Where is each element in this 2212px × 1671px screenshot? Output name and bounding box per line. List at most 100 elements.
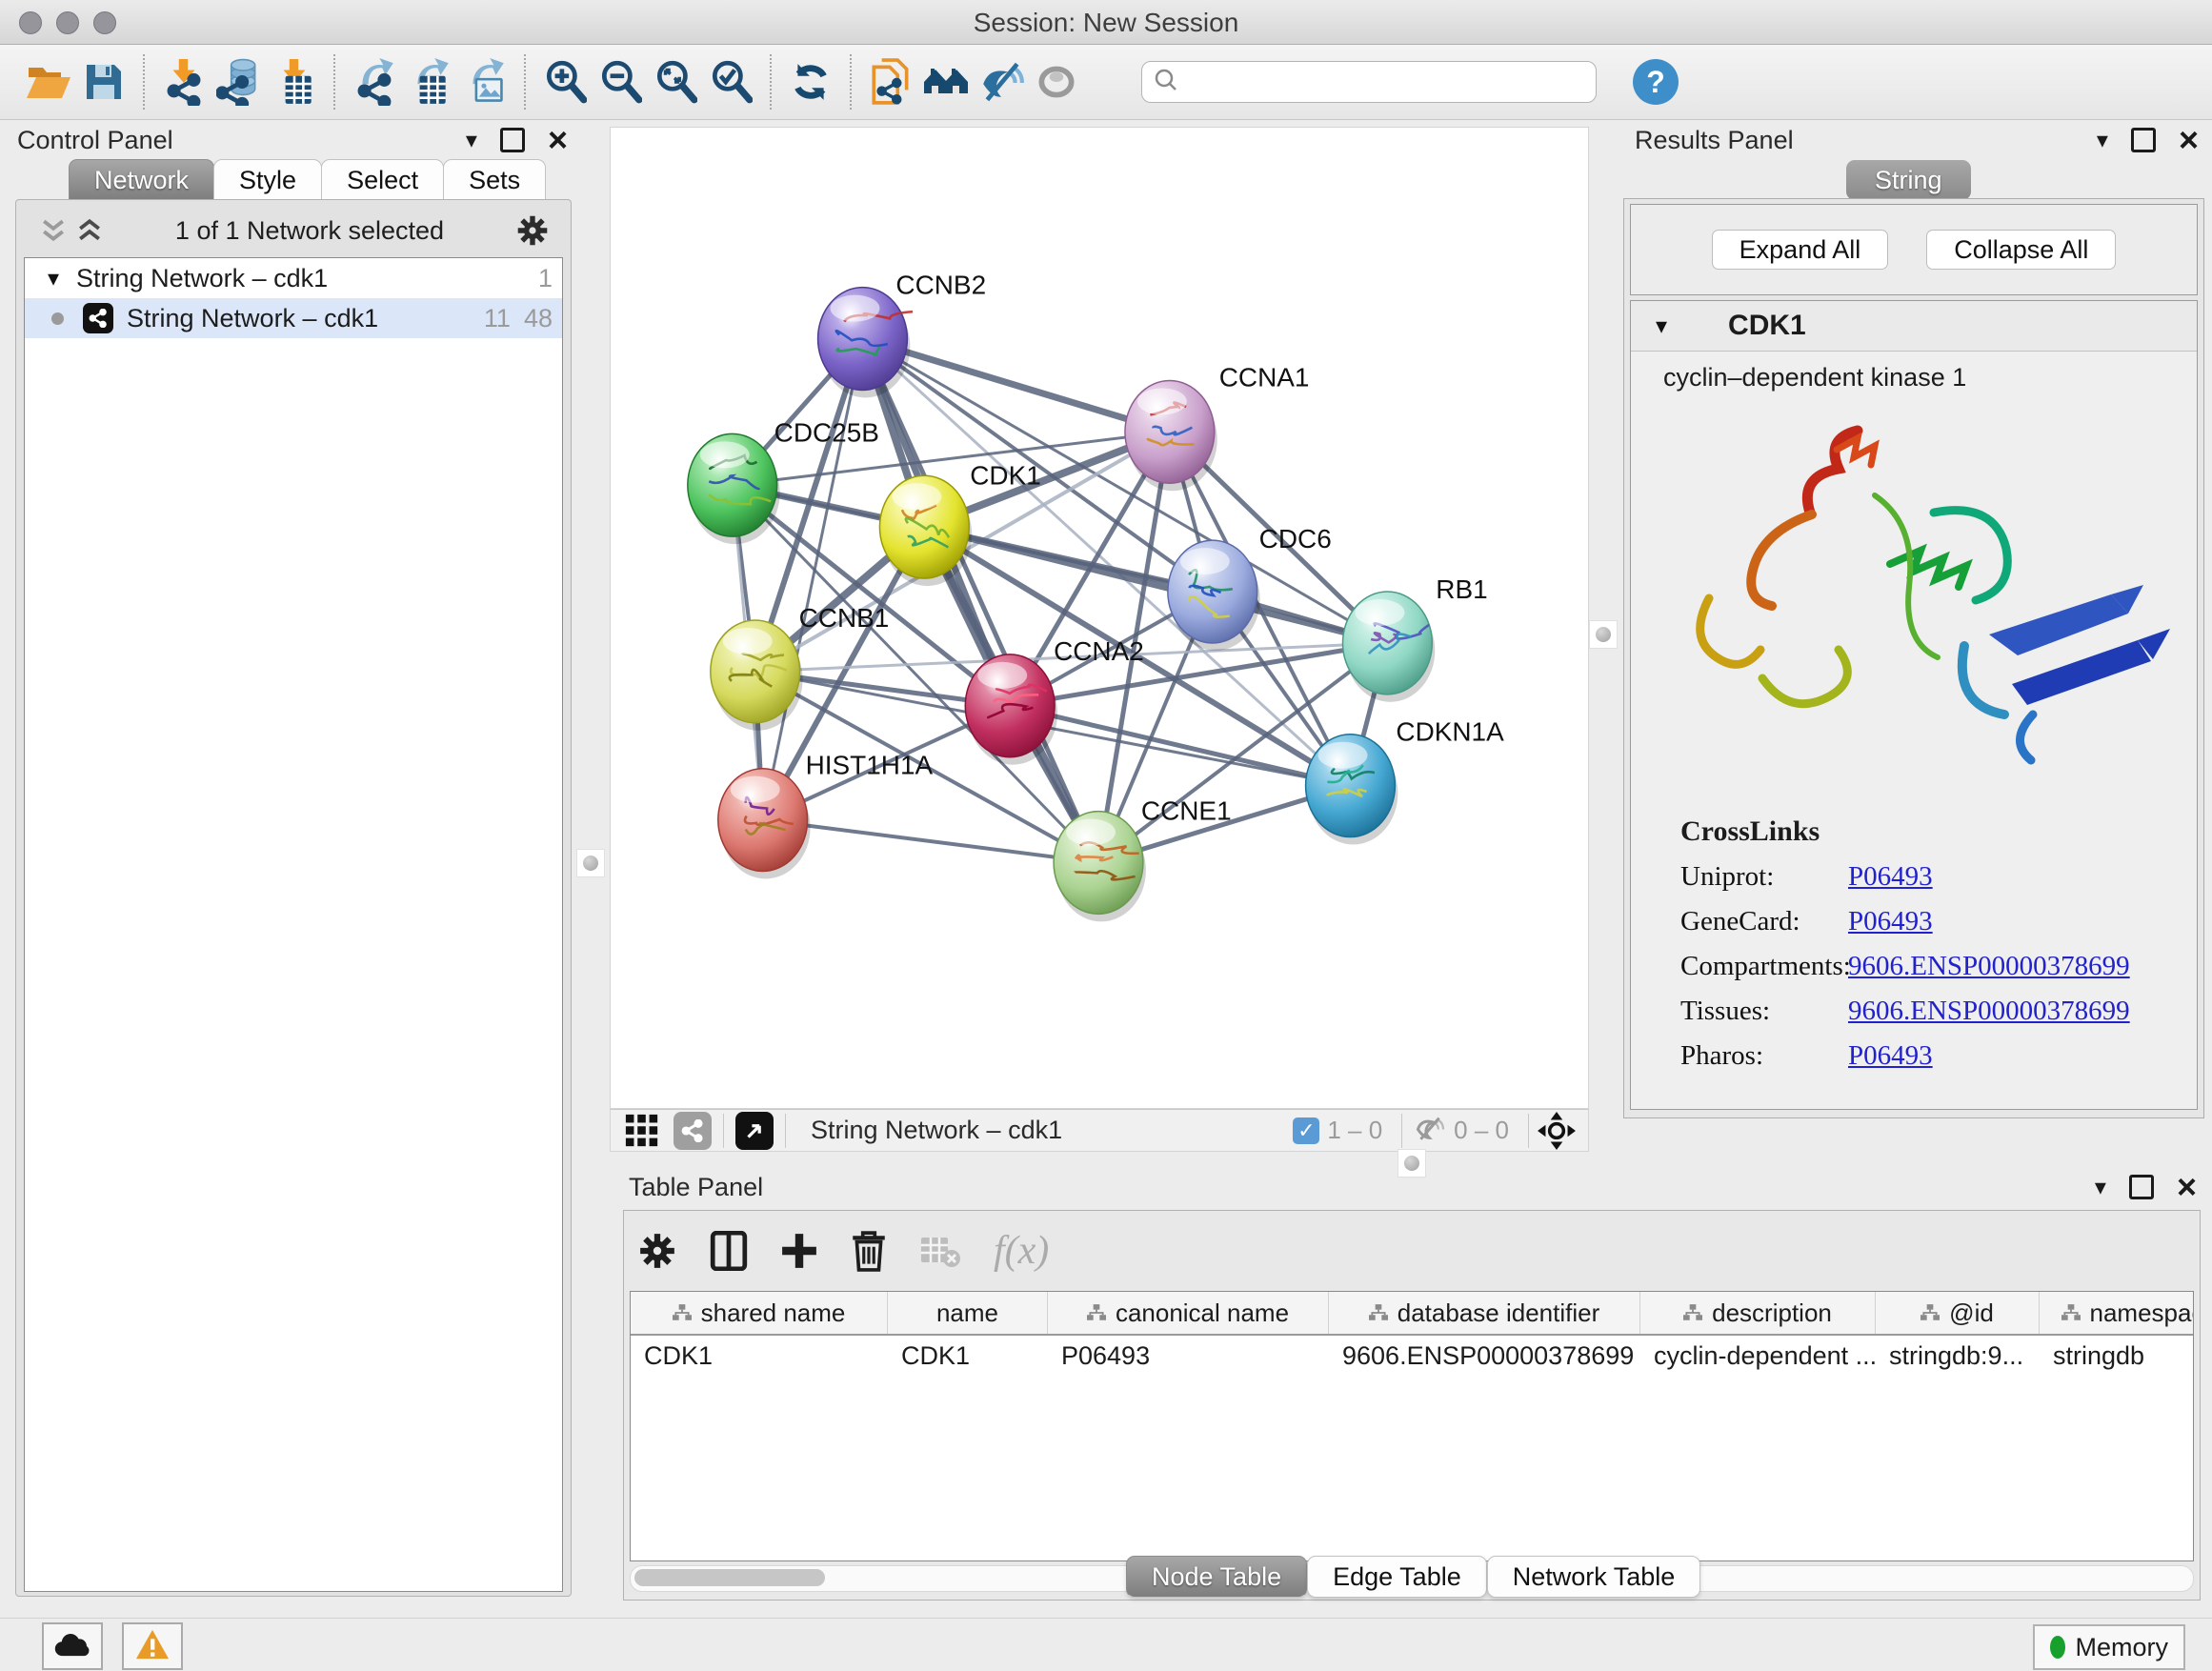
network-edge[interactable]	[862, 339, 1098, 863]
birds-eye-view-icon[interactable]	[735, 1112, 774, 1150]
delete-column-trash-icon[interactable]	[851, 1230, 887, 1272]
scrollbar-thumb[interactable]	[634, 1569, 825, 1586]
column-header-canonical-name[interactable]: canonical name	[1048, 1292, 1329, 1334]
network-node-HIST1H1A[interactable]	[718, 769, 811, 879]
results-panel-collapse-icon[interactable]: ▾	[2097, 127, 2108, 154]
table-panel-float-icon[interactable]	[2129, 1175, 2154, 1199]
zoom-selected-icon[interactable]	[703, 53, 758, 111]
network-node-CCNE1[interactable]	[1054, 812, 1146, 922]
tab-network[interactable]: Network	[69, 159, 214, 200]
refresh-icon[interactable]	[783, 53, 838, 111]
network-node-CCNB1[interactable]	[711, 620, 803, 731]
network-edge[interactable]	[763, 820, 1098, 863]
cloud-button[interactable]	[42, 1622, 103, 1670]
network-node-CDK1[interactable]	[879, 475, 972, 586]
export-network-icon[interactable]	[347, 53, 402, 111]
column-header-database-identifier[interactable]: database identifier	[1329, 1292, 1640, 1334]
column-header-shared-name[interactable]: shared name	[631, 1292, 888, 1334]
zoom-in-icon[interactable]	[537, 53, 593, 111]
memory-button[interactable]: Memory	[2033, 1624, 2185, 1670]
tab-sets[interactable]: Sets	[443, 159, 546, 200]
crosslink-link[interactable]: P06493	[1848, 861, 1933, 893]
crosslink-link[interactable]: 9606.ENSP00000378699	[1848, 951, 2130, 982]
homes-icon[interactable]	[918, 53, 974, 111]
help-button[interactable]: ?	[1633, 59, 1679, 105]
network-options-gear-icon[interactable]	[515, 213, 550, 248]
expand-all-button[interactable]: Expand All	[1712, 230, 1889, 270]
gene-detail-card: ▾ CDK1 cyclin–dependent kinase 1	[1630, 300, 2198, 1110]
expand-all-networks-icon[interactable]	[75, 218, 104, 243]
hide-glasses-icon[interactable]	[974, 53, 1029, 111]
import-table-icon[interactable]	[267, 53, 322, 111]
warnings-button[interactable]	[122, 1622, 183, 1670]
network-collection-row[interactable]: ▾ String Network – cdk1 1	[25, 258, 562, 298]
cloud-icon	[53, 1631, 91, 1662]
network-node-CCNA2[interactable]	[965, 654, 1057, 765]
network-node-CDC6[interactable]	[1168, 540, 1260, 651]
network-node-RB1[interactable]	[1343, 592, 1436, 702]
open-session-icon[interactable]	[21, 53, 76, 111]
control-panel-float-icon[interactable]	[500, 128, 525, 152]
crosslink-link[interactable]: P06493	[1848, 1040, 1933, 1072]
network-node-CCNB2[interactable]	[818, 288, 914, 398]
network-node-CDKN1A[interactable]	[1306, 735, 1398, 845]
results-panel-float-icon[interactable]	[2131, 128, 2156, 152]
crosslink-link[interactable]: P06493	[1848, 906, 1933, 937]
fit-content-crosshair-icon[interactable]	[1537, 1111, 1577, 1151]
network-node-CDC25B[interactable]	[688, 433, 780, 544]
grid-view-icon[interactable]	[624, 1113, 660, 1149]
table-settings-gear-icon[interactable]	[637, 1231, 677, 1271]
results-panel-title: Results Panel	[1635, 126, 1794, 155]
save-session-icon[interactable]	[76, 53, 131, 111]
crosslinks-heading: CrossLinks	[1680, 815, 2178, 848]
network-node-CCNA1[interactable]	[1125, 380, 1217, 491]
gene-expand-icon[interactable]: ▾	[1656, 312, 1667, 340]
tab-network-table[interactable]: Network Table	[1487, 1556, 1701, 1598]
column-header-@id[interactable]: @id	[1876, 1292, 2040, 1334]
selected-nodes-checkbox[interactable]: ✓	[1293, 1117, 1319, 1144]
document-share-icon[interactable]	[863, 53, 918, 111]
add-column-icon[interactable]	[780, 1232, 818, 1270]
tab-node-table[interactable]: Node Table	[1126, 1556, 1307, 1598]
tab-select[interactable]: Select	[321, 159, 444, 200]
control-panel-collapse-icon[interactable]: ▾	[466, 127, 477, 154]
crosslink-link[interactable]: 9606.ENSP00000378699	[1848, 996, 2130, 1027]
table-cell: stringdb:9...	[1876, 1341, 2040, 1371]
export-image-icon[interactable]	[457, 53, 513, 111]
import-network-icon[interactable]	[156, 53, 211, 111]
collapse-all-button[interactable]: Collapse All	[1926, 230, 2116, 270]
left-splitter-grip[interactable]	[576, 849, 605, 877]
tab-style[interactable]: Style	[213, 159, 322, 200]
control-panel-close-icon[interactable]: ×	[548, 131, 568, 150]
network-row[interactable]: String Network – cdk1 11 48	[25, 298, 562, 338]
import-database-icon[interactable]	[211, 53, 267, 111]
column-header-namespac[interactable]: namespac	[2040, 1292, 2194, 1334]
eye-icon[interactable]	[1029, 53, 1084, 111]
zoom-out-icon[interactable]	[593, 53, 648, 111]
tab-edge-table[interactable]: Edge Table	[1307, 1556, 1487, 1598]
network-canvas[interactable]: CCNB2CCNA1CDC25BCDK1CDC6RB1CCNB1CCNA2CDK…	[610, 127, 1589, 1109]
column-header-name[interactable]: name	[888, 1292, 1048, 1334]
control-panel-title: Control Panel	[17, 126, 173, 155]
collection-expand-icon[interactable]: ▾	[48, 265, 59, 292]
search-input[interactable]	[1178, 64, 1596, 100]
table-panel: Table Panel ▾ × f(x) sh	[617, 1170, 2206, 1604]
results-panel-close-icon[interactable]: ×	[2179, 131, 2199, 150]
table-row[interactable]: CDK1CDK1P064939606.ENSP00000378699cyclin…	[631, 1336, 2193, 1376]
export-table-icon[interactable]	[402, 53, 457, 111]
horizontal-splitter-grip[interactable]	[1398, 1149, 1426, 1178]
network-edge[interactable]	[1010, 706, 1350, 786]
shared-column-icon	[1087, 1299, 1106, 1328]
string-style-icon[interactable]	[674, 1112, 712, 1150]
zoom-fit-icon[interactable]	[648, 53, 703, 111]
tab-string[interactable]: String	[1846, 160, 1971, 200]
delete-table-icon	[919, 1234, 961, 1268]
right-splitter-grip[interactable]	[1589, 620, 1618, 649]
table-panel-close-icon[interactable]: ×	[2177, 1178, 2197, 1197]
gene-header[interactable]: ▾ CDK1	[1631, 301, 2197, 352]
collapse-all-networks-icon[interactable]	[39, 218, 68, 243]
column-header-description[interactable]: description	[1640, 1292, 1876, 1334]
table-panel-collapse-icon[interactable]: ▾	[2095, 1174, 2106, 1201]
show-columns-icon[interactable]	[710, 1231, 748, 1271]
selected-count: 1 – 0	[1327, 1116, 1382, 1145]
